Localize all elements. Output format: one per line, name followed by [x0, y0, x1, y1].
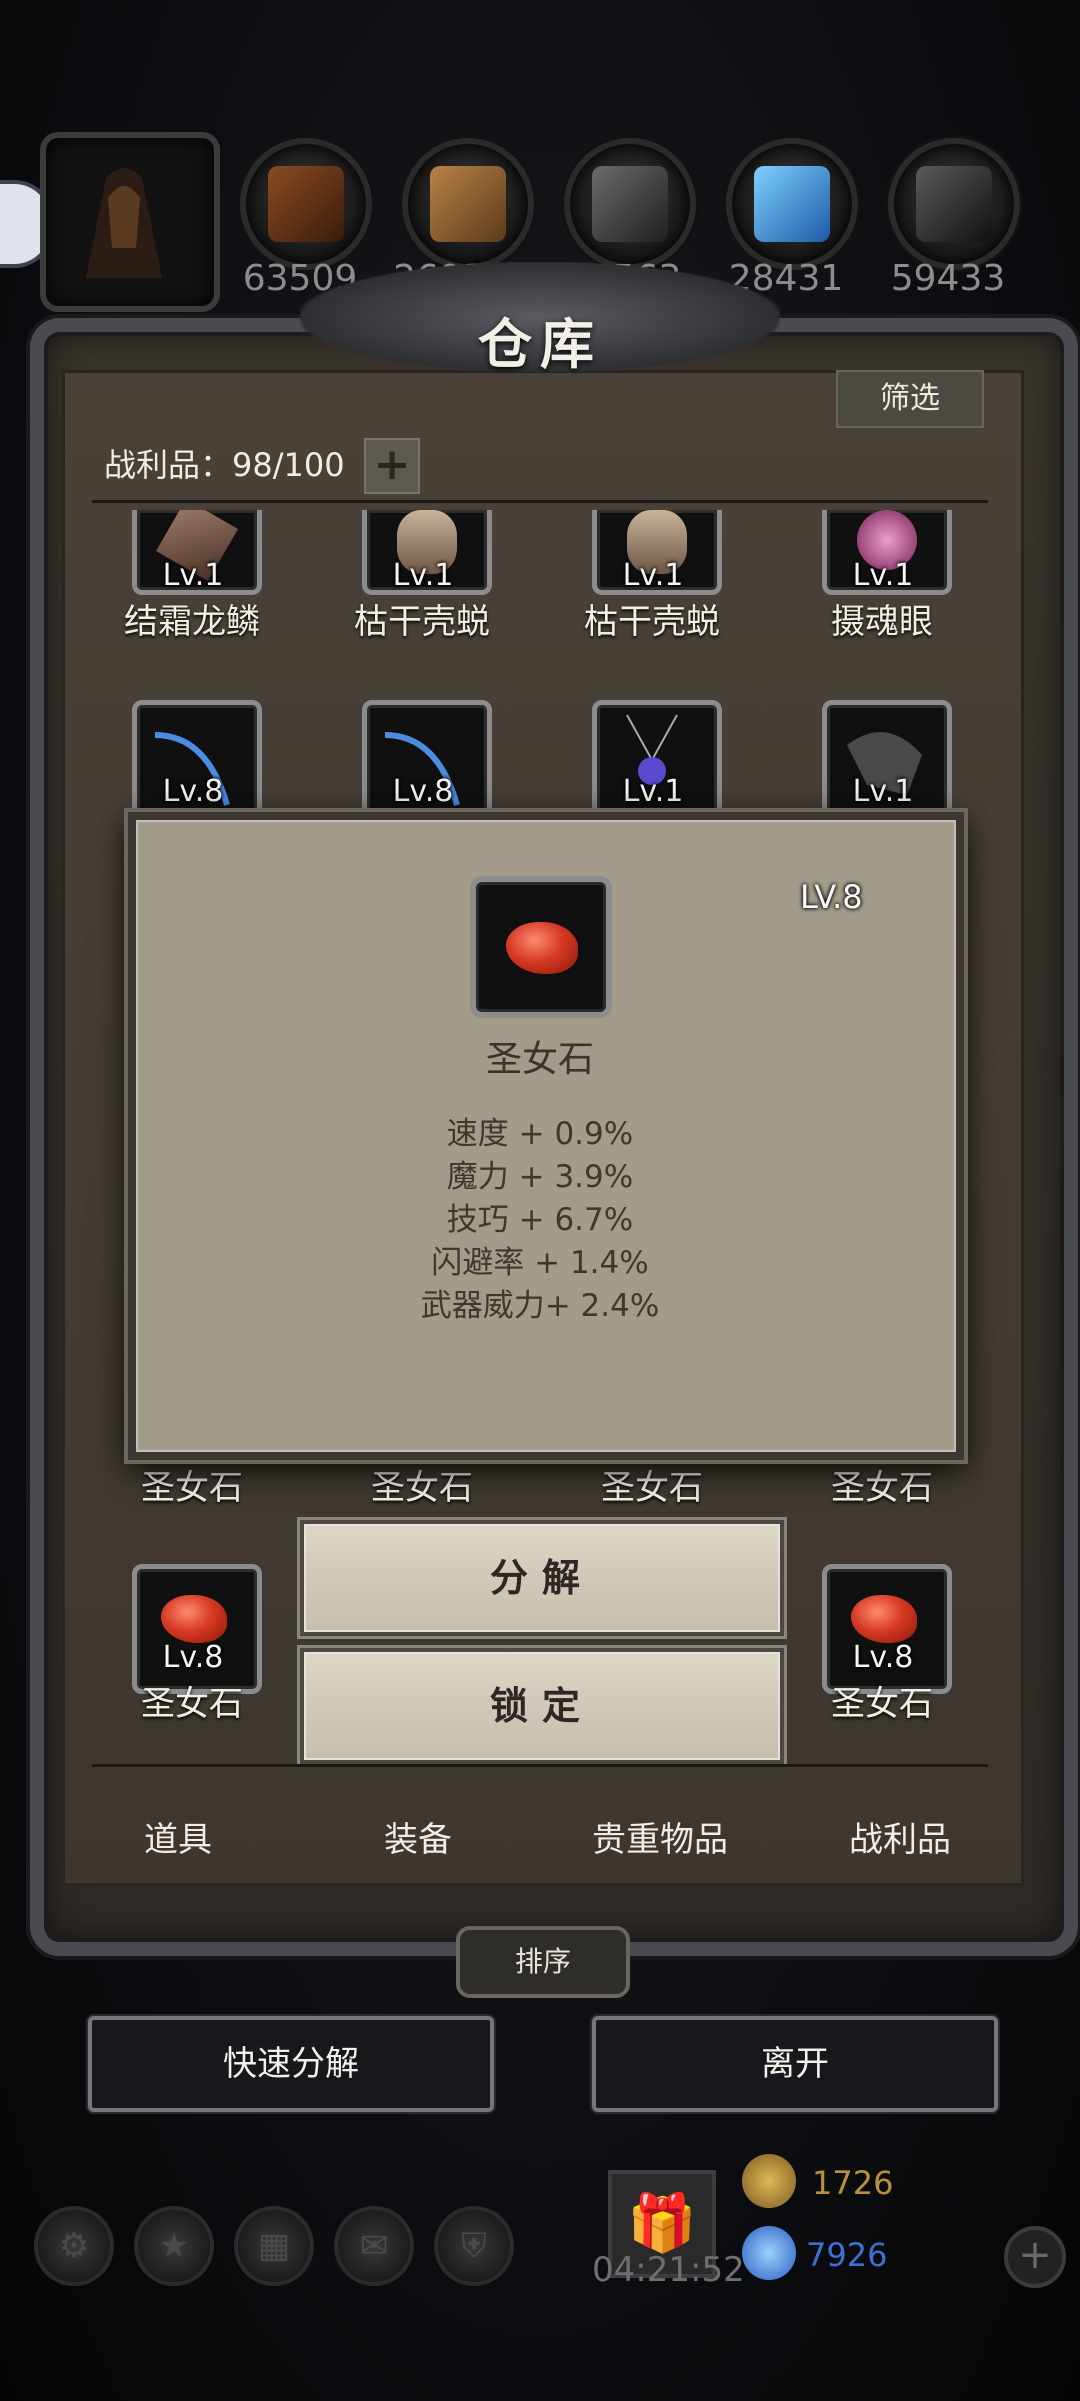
stat-line: 闪避率 + 1.4%	[431, 1245, 649, 1281]
tab-valuables[interactable]: 贵重物品	[560, 1812, 760, 1861]
resource-slot-5[interactable]	[888, 138, 1020, 270]
item-name: 圣女石	[831, 1468, 933, 1508]
quick-decompose-button[interactable]: 快速分解	[88, 2016, 494, 2112]
item-name: 结霜龙鳞	[124, 602, 260, 642]
item-level: Lv.1	[622, 774, 684, 809]
item-name: 枯干壳蜕	[354, 602, 490, 642]
mail-icon[interactable]: ✉	[334, 2206, 414, 2286]
horn-resource-icon	[268, 166, 344, 242]
list-bottom-divider	[92, 1764, 988, 1767]
stat-line: 武器威力+ 2.4%	[420, 1288, 660, 1324]
dark-ore-icon	[916, 166, 992, 242]
saint-stone-icon	[506, 922, 578, 974]
settings-icon[interactable]: ⚙	[34, 2206, 114, 2286]
codex-icon[interactable]: ▦	[234, 2206, 314, 2286]
detail-item-name: 圣女石	[485, 1039, 594, 1080]
hero-portrait[interactable]	[40, 132, 220, 312]
resource-slot-4[interactable]	[726, 138, 858, 270]
item-level: Lv.1	[162, 558, 224, 593]
lock-button[interactable]: 锁定	[300, 1648, 784, 1764]
item-level: Lv.8	[162, 774, 224, 809]
item-name: 圣女石	[601, 1468, 703, 1508]
item-name: 圣女石	[371, 1468, 473, 1508]
blue-crystal-icon	[754, 166, 830, 242]
gift-timer: 04:21:52	[592, 2250, 745, 2290]
item-level: Lv.1	[852, 774, 914, 809]
gold-amount: 1726	[812, 2164, 894, 2202]
resource-count-5: 59433	[890, 258, 1006, 299]
stat-line: 技巧 + 6.7%	[446, 1202, 634, 1238]
expand-capacity-button[interactable]: +	[364, 438, 420, 494]
wood-planks-icon	[430, 166, 506, 242]
item-level: Lv.1	[392, 558, 454, 593]
gem-amount: 7926	[806, 2236, 888, 2274]
item-level: Lv.8	[852, 1640, 914, 1675]
filter-button[interactable]: 筛选	[836, 370, 984, 428]
item-name: 圣女石	[141, 1684, 243, 1724]
stat-line: 速度 + 0.9%	[446, 1116, 634, 1152]
detail-item-icon-frame	[470, 876, 612, 1018]
resource-slot-3[interactable]	[564, 138, 696, 270]
sort-button[interactable]: 排序	[456, 1926, 630, 1998]
item-level: Lv.8	[162, 1640, 224, 1675]
item-name: 圣女石	[141, 1468, 243, 1508]
saint-stone-icon	[851, 1595, 917, 1643]
hooded-figure-icon	[86, 168, 162, 278]
item-slot-r2c3[interactable]	[592, 700, 722, 830]
list-top-divider	[92, 500, 988, 503]
shield-icon[interactable]: ⛨	[434, 2206, 514, 2286]
achievement-icon[interactable]: ★	[134, 2206, 214, 2286]
item-name: 枯干壳蜕	[584, 602, 720, 642]
tab-items[interactable]: 道具	[78, 1812, 278, 1861]
item-name: 圣女石	[831, 1684, 933, 1724]
decompose-button[interactable]: 分解	[300, 1520, 784, 1636]
gold-coin-icon	[742, 2154, 796, 2208]
item-level: Lv.8	[392, 774, 454, 809]
item-slot-r2c2[interactable]	[362, 700, 492, 830]
stat-line: 魔力 + 3.9%	[446, 1159, 634, 1195]
tab-loot[interactable]: 战利品	[800, 1812, 1000, 1861]
saint-stone-icon	[161, 1595, 227, 1643]
loot-count-label: 战利品：98/100	[104, 446, 345, 484]
warehouse-title: 仓库	[478, 312, 602, 376]
item-name: 摄魂眼	[831, 602, 933, 642]
item-level: Lv.1	[622, 558, 684, 593]
item-slot-r2c4[interactable]	[822, 700, 952, 830]
resource-slot-1[interactable]	[240, 138, 372, 270]
leave-button[interactable]: 离开	[592, 2016, 998, 2112]
detail-item-level: LV.8	[800, 878, 863, 916]
blue-gem-icon	[742, 2226, 796, 2280]
item-level: Lv.1	[852, 558, 914, 593]
resource-slot-2[interactable]	[402, 138, 534, 270]
iron-ingots-icon	[592, 166, 668, 242]
add-currency-button[interactable]: +	[1004, 2226, 1066, 2288]
tab-equipment[interactable]: 装备	[318, 1812, 518, 1861]
item-slot-r2c1[interactable]	[132, 700, 262, 830]
